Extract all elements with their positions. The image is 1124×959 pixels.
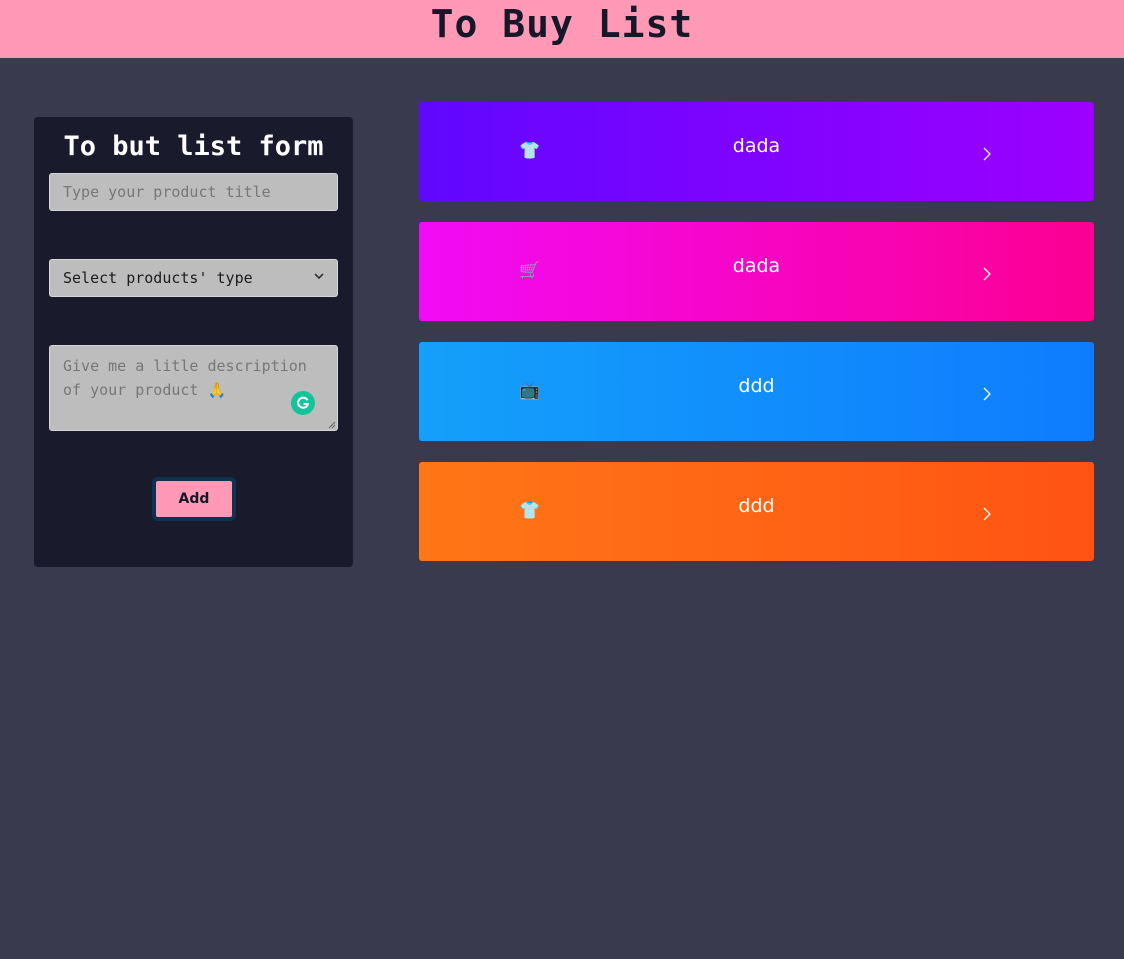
list-item-title: dada <box>732 255 781 277</box>
product-description-placeholder: Give me a litle description of your prod… <box>63 357 307 399</box>
list-item[interactable]: 👕 dada <box>419 102 1094 201</box>
product-title-input[interactable]: Type your product title <box>49 173 338 211</box>
chevron-down-icon <box>314 273 324 280</box>
list-item[interactable]: 📺 ddd <box>419 342 1094 441</box>
list-item[interactable]: 🛒 dada <box>419 222 1094 321</box>
grammarly-g-glyph <box>297 396 310 409</box>
product-title-placeholder: Type your product title <box>63 183 271 201</box>
product-type-value: Select products' type <box>63 269 253 287</box>
resize-handle-icon[interactable] <box>328 421 336 429</box>
chevron-right-icon[interactable] <box>982 266 992 282</box>
list-item-title: dada <box>732 135 781 157</box>
buy-list-form: To but list form Type your product title… <box>34 117 353 567</box>
page-title: To Buy List <box>430 2 694 46</box>
product-type-select[interactable]: Select products' type <box>49 259 338 297</box>
chevron-right-icon[interactable] <box>982 506 992 522</box>
list-item-title: ddd <box>738 495 775 517</box>
form-title: To but list form <box>63 131 324 162</box>
list-item-title: ddd <box>738 375 775 397</box>
product-description-textarea[interactable]: Give me a litle description of your prod… <box>49 345 338 431</box>
add-button[interactable]: Add <box>152 477 236 521</box>
grammarly-icon[interactable] <box>291 391 315 415</box>
list-item[interactable]: 👕 ddd <box>419 462 1094 561</box>
chevron-right-icon[interactable] <box>982 386 992 402</box>
app-header: To Buy List <box>0 0 1124 58</box>
chevron-right-icon[interactable] <box>982 146 992 162</box>
